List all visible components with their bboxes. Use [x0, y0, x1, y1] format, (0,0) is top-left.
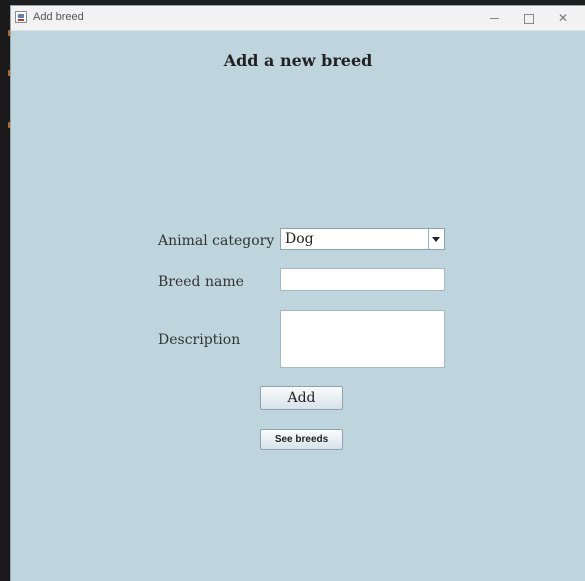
- minimize-icon: [489, 18, 499, 19]
- maximize-button[interactable]: [513, 6, 545, 30]
- maximize-icon: [524, 13, 534, 24]
- java-app-icon: [15, 11, 27, 23]
- chevron-down-icon[interactable]: [428, 229, 444, 249]
- add-breed-window: Add breed ✕ Add a new breed Animal categ…: [11, 6, 585, 581]
- window-title: Add breed: [33, 11, 84, 23]
- title-bar[interactable]: Add breed ✕: [11, 6, 585, 31]
- add-button[interactable]: Add: [260, 386, 343, 410]
- desktop-edge: [0, 0, 11, 581]
- description-label: Description: [158, 332, 241, 348]
- see-breeds-button[interactable]: See breeds: [260, 429, 343, 450]
- minimize-button[interactable]: [478, 6, 510, 30]
- close-icon: ✕: [557, 11, 569, 25]
- animal-category-select[interactable]: Dog: [280, 228, 445, 250]
- close-button[interactable]: ✕: [547, 6, 579, 30]
- description-textarea[interactable]: [280, 310, 445, 368]
- page-title: Add a new breed: [223, 51, 373, 70]
- animal-category-value: Dog: [285, 231, 314, 247]
- breed-name-label: Breed name: [158, 274, 244, 290]
- animal-category-label: Animal category: [158, 233, 275, 249]
- breed-name-input[interactable]: [280, 268, 445, 291]
